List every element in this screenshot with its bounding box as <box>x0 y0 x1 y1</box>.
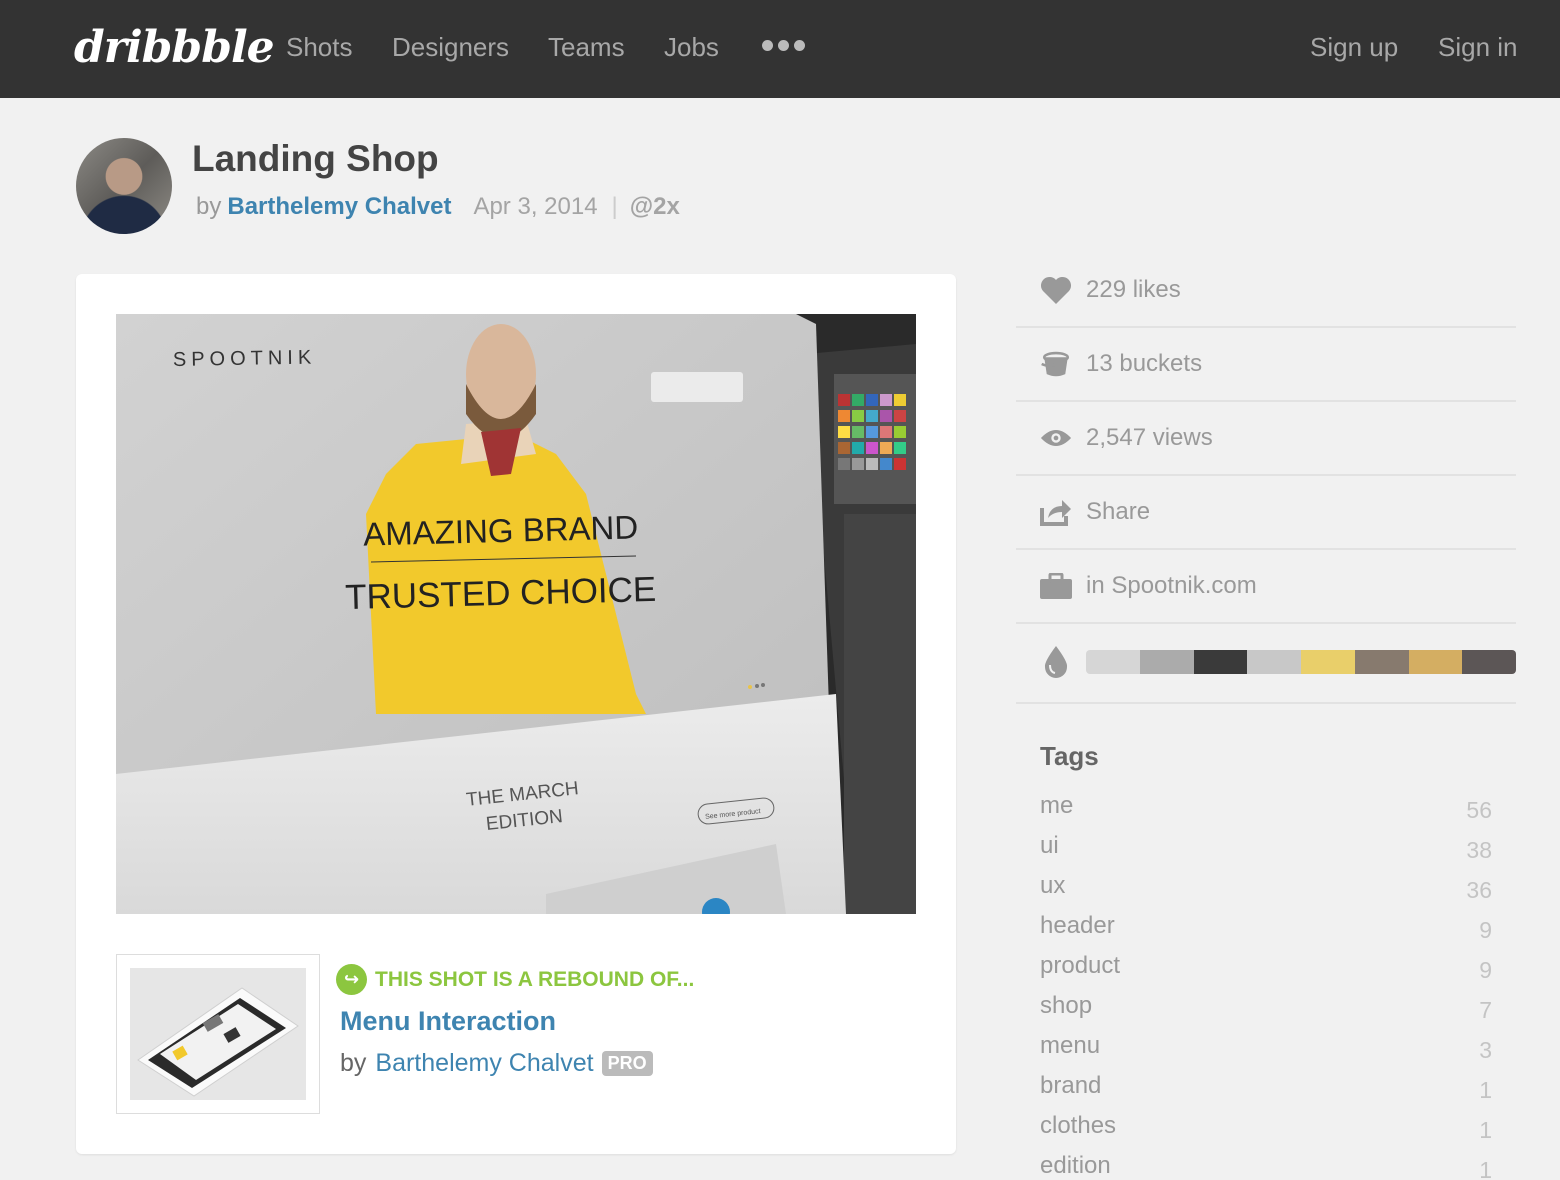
buckets-count: 13 buckets <box>1086 350 1203 377</box>
rebound-arrow-icon: ↪ <box>336 964 367 995</box>
tag-count: 38 <box>1466 836 1492 863</box>
tag-name[interactable]: edition <box>1040 1152 1111 1180</box>
shot-card: SPOOTNIK AMAZING BRAND TRUSTED CHOICE TH… <box>76 274 956 1154</box>
project-link: in Spootnik.com <box>1086 572 1257 599</box>
tag-count: 1 <box>1479 1156 1492 1180</box>
resolution-link[interactable]: @2x <box>630 193 680 220</box>
tag-count: 1 <box>1479 1116 1492 1143</box>
tag-name[interactable]: brand <box>1040 1072 1101 1100</box>
share-label: Share <box>1086 498 1151 525</box>
tag-name[interactable]: clothes <box>1040 1112 1116 1140</box>
tag-count: 1 <box>1479 1076 1492 1103</box>
tag-name[interactable]: menu <box>1040 1032 1100 1060</box>
bucket-icon <box>1040 348 1072 380</box>
color-palette-row <box>1016 624 1516 704</box>
color-drop-icon <box>1040 646 1072 678</box>
palette-swatch[interactable] <box>1247 650 1301 674</box>
tag-row[interactable]: edition 1 <box>1040 1146 1492 1180</box>
palette-swatch[interactable] <box>1193 650 1248 674</box>
tag-count: 3 <box>1479 1036 1492 1063</box>
tag-row[interactable]: product 9 <box>1040 946 1492 986</box>
tag-name[interactable]: shop <box>1040 992 1092 1020</box>
tag-row[interactable]: clothes 1 <box>1040 1106 1492 1146</box>
palette-swatch[interactable] <box>1139 650 1194 674</box>
palette-swatch[interactable] <box>1462 650 1516 674</box>
rebound-heading: ↪ THIS SHOT IS A REBOUND OF... <box>336 964 694 995</box>
mockup-brand: SPOOTNIK <box>173 347 317 371</box>
rebound-thumbnail[interactable] <box>116 954 320 1114</box>
tag-name[interactable]: me <box>1040 792 1073 820</box>
views-row: 2,547 views <box>1016 402 1516 476</box>
tag-name[interactable]: ux <box>1040 872 1065 900</box>
palette-swatch[interactable] <box>1301 650 1355 674</box>
tag-count: 56 <box>1466 796 1492 823</box>
likes-count: 229 likes <box>1086 276 1181 303</box>
tags-title: Tags <box>1040 741 1099 771</box>
tag-row[interactable]: ux 36 <box>1040 866 1492 906</box>
author-link[interactable]: Barthelemy Chalvet <box>227 193 451 220</box>
tag-row[interactable]: shop 7 <box>1040 986 1492 1026</box>
author-avatar[interactable] <box>76 138 172 234</box>
more-dots-icon[interactable] <box>762 40 805 51</box>
palette-swatch[interactable] <box>1354 650 1409 674</box>
dribbble-logo[interactable]: dribbble <box>74 22 275 73</box>
nav-teams[interactable]: Teams <box>548 32 625 63</box>
shot-title: Landing Shop <box>192 138 439 179</box>
rebound-heading-text: THIS SHOT IS A REBOUND OF... <box>375 967 695 991</box>
share-row[interactable]: Share <box>1016 476 1516 550</box>
tag-row[interactable]: ui 38 <box>1040 826 1492 866</box>
shot-byline: by Barthelemy Chalvet Apr 3, 2014 | @2x <box>196 193 680 221</box>
likes-row[interactable]: 229 likes <box>1016 254 1516 328</box>
tag-name[interactable]: ui <box>1040 832 1059 860</box>
mockup-headline-1: AMAZING BRAND <box>363 508 639 552</box>
rebound-title-link[interactable]: Menu Interaction <box>340 1006 556 1037</box>
byline-separator: | <box>611 193 618 220</box>
pro-badge: PRO <box>601 1051 653 1076</box>
share-icon <box>1040 496 1072 528</box>
views-count: 2,547 views <box>1086 424 1213 451</box>
tag-row[interactable]: brand 1 <box>1040 1066 1492 1106</box>
by-label: by <box>196 193 222 220</box>
tag-row[interactable]: me 56 <box>1040 786 1492 826</box>
palette-swatch[interactable] <box>1086 650 1140 674</box>
sign-up-link[interactable]: Sign up <box>1310 32 1398 63</box>
tag-count: 9 <box>1479 956 1492 983</box>
tag-name[interactable]: header <box>1040 912 1115 940</box>
top-navigation: dribbble Shots Designers Teams Jobs Sign… <box>0 0 1560 98</box>
rebound-author-link[interactable]: Barthelemy Chalvet <box>375 1049 593 1078</box>
rebound-by-label: by <box>340 1049 367 1077</box>
shot-date: Apr 3, 2014 <box>473 193 598 220</box>
palette-swatch[interactable] <box>1408 650 1463 674</box>
nav-designers[interactable]: Designers <box>392 32 509 63</box>
tag-count: 7 <box>1479 996 1492 1023</box>
sign-in-link[interactable]: Sign in <box>1438 32 1518 63</box>
color-palette <box>1086 650 1516 674</box>
eye-icon <box>1040 422 1072 454</box>
nav-shots[interactable]: Shots <box>286 32 353 63</box>
tag-count: 36 <box>1466 876 1492 903</box>
tag-name[interactable]: product <box>1040 952 1120 980</box>
briefcase-icon <box>1040 570 1072 602</box>
tag-row[interactable]: header 9 <box>1040 906 1492 946</box>
rebound-byline: by Barthelemy Chalvet PRO <box>340 1049 653 1078</box>
buckets-row[interactable]: 13 buckets <box>1016 328 1516 402</box>
shot-image[interactable]: SPOOTNIK AMAZING BRAND TRUSTED CHOICE TH… <box>116 314 916 914</box>
tag-row[interactable]: menu 3 <box>1040 1026 1492 1066</box>
tag-count: 9 <box>1479 916 1492 943</box>
project-row[interactable]: in Spootnik.com <box>1016 550 1516 624</box>
heart-icon <box>1040 274 1072 306</box>
mockup-headline-2: TRUSTED CHOICE <box>345 570 657 617</box>
nav-jobs[interactable]: Jobs <box>664 32 719 63</box>
